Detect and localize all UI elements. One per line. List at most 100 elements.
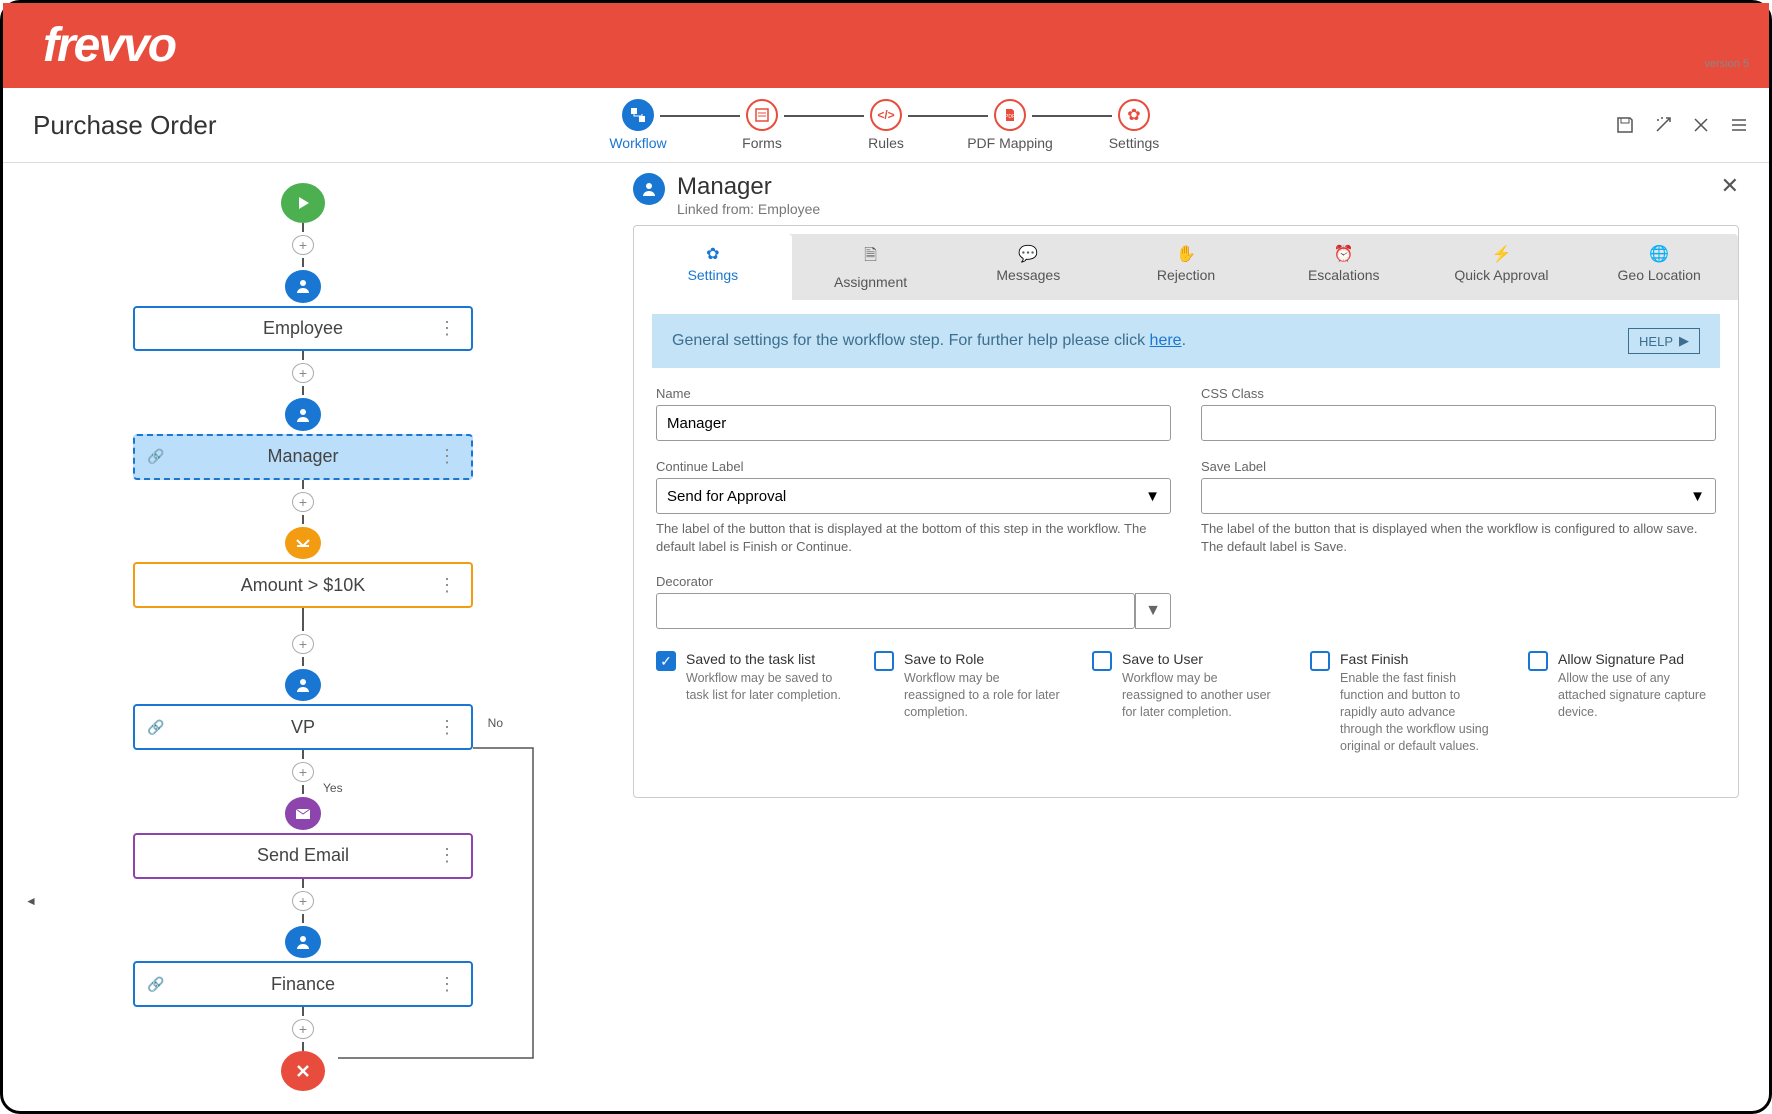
save-select[interactable]: ▼ [1201,478,1716,514]
user-icon [285,926,321,959]
tab-settings[interactable]: ✿Settings [634,234,792,300]
page-title: Purchase Order [33,110,217,141]
panel-title: Manager [677,173,820,201]
menu-icon[interactable] [1729,115,1749,135]
close-panel-button[interactable]: ✕ [1721,173,1739,199]
checkbox[interactable] [1092,651,1112,671]
hand-icon: ✋ [1176,244,1196,264]
tab-rejection[interactable]: ✋Rejection [1107,234,1265,300]
settings-panel: Manager Linked from: Employee ✕ ✿Setting… [603,163,1769,1111]
chevron-down-icon: ▼ [1690,488,1705,505]
workflow-start[interactable] [281,183,325,223]
settings-icon: ✿ [1118,99,1150,131]
check-signature-pad: Allow Signature PadAllow the use of any … [1528,651,1716,754]
add-step-button[interactable]: + [292,1019,314,1039]
link-icon: 🔗 [147,719,164,736]
checkbox[interactable] [656,651,676,671]
user-icon [285,669,321,702]
checkbox[interactable] [874,651,894,671]
panel-tabs: ✿Settings 🗎Assignment 💬Messages ✋Rejecti… [634,234,1738,300]
tab-assignment[interactable]: 🗎Assignment [792,234,950,300]
step-menu-icon[interactable]: ⋮ [438,318,456,339]
workflow-end[interactable] [281,1051,325,1091]
clock-icon: ⏰ [1334,244,1354,264]
nav-settings[interactable]: ✿ Settings [1064,99,1204,151]
version-label: version 5 [1704,58,1749,70]
wand-icon[interactable] [1653,115,1673,135]
branch-yes-label: Yes [323,781,343,795]
tab-escalations[interactable]: ⏰Escalations [1265,234,1423,300]
step-menu-icon[interactable]: ⋮ [438,575,456,596]
checkbox[interactable] [1528,651,1548,671]
header-actions [1615,115,1749,135]
step-menu-icon[interactable]: ⋮ [438,446,456,467]
nav-forms[interactable]: Forms [692,99,832,151]
assignment-icon: 🗎 [864,244,877,271]
add-step-button[interactable]: + [292,634,314,654]
info-banner: General settings for the workflow step. … [652,314,1720,368]
link-icon: 🔗 [147,976,164,993]
workflow-canvas: + Employee ⋮ + 🔗 Manager ⋮ + Amount > $1… [3,163,603,1111]
checkbox[interactable] [1310,651,1330,671]
brand-logo: frevvo [43,18,175,73]
user-icon [285,398,321,431]
workflow-step-employee[interactable]: Employee ⋮ [133,306,473,352]
check-fast-finish: Fast FinishEnable the fast finish functi… [1310,651,1498,754]
step-menu-icon[interactable]: ⋮ [438,974,456,995]
step-menu-icon[interactable]: ⋮ [438,717,456,738]
nav-rules[interactable]: </> Rules [816,99,956,151]
add-step-button[interactable]: + [292,235,314,255]
workflow-step-finance[interactable]: 🔗 Finance ⋮ [133,961,473,1007]
user-icon [285,270,321,303]
workflow-step-email[interactable]: Send Email ⋮ [133,833,473,879]
tab-messages[interactable]: 💬Messages [949,234,1107,300]
svg-text:PDF: PDF [1005,114,1015,120]
user-icon [633,173,665,205]
css-field: CSS Class [1201,386,1716,441]
workflow-step-vp[interactable]: 🔗 VP ⋮ [133,704,473,750]
bolt-icon: ⚡ [1491,244,1511,264]
check-saved-task-list: Saved to the task listWorkflow may be sa… [656,651,844,754]
close-icon[interactable] [1691,115,1711,135]
help-link[interactable]: here [1150,332,1182,349]
tab-quick-approval[interactable]: ⚡Quick Approval [1423,234,1581,300]
check-save-role: Save to RoleWorkflow may be reassigned t… [874,651,1062,754]
add-step-button[interactable]: + [292,492,314,512]
decorator-field: Decorator ▼ [656,574,1171,629]
add-step-button[interactable]: +◄ [292,891,314,911]
name-input[interactable] [656,405,1171,441]
step-menu-icon[interactable]: ⋮ [438,845,456,866]
rules-icon: </> [870,99,902,131]
tab-geo-location[interactable]: 🌐Geo Location [1580,234,1738,300]
app-header: frevvo [3,3,1769,88]
add-step-button[interactable]: + [292,762,314,782]
gear-icon: ✿ [706,244,719,264]
forms-icon [746,99,778,131]
decorator-dropdown-button[interactable]: ▼ [1135,593,1171,629]
nav-pdf[interactable]: PDF PDF Mapping [940,99,1080,151]
subheader: Purchase Order Workflow Forms </> Rules … [3,88,1769,163]
continue-select[interactable]: Send for Approval▼ [656,478,1171,514]
decision-icon [285,527,321,560]
save-icon[interactable] [1615,115,1635,135]
nav-steps: Workflow Forms </> Rules PDF PDF Mapping… [568,99,1204,151]
workflow-step-decision[interactable]: Amount > $10K ⋮ [133,562,473,608]
link-icon: 🔗 [147,448,164,465]
workflow-icon [622,99,654,131]
continue-field: Continue Label Send for Approval▼ The la… [656,459,1171,556]
css-input[interactable] [1201,405,1716,441]
check-save-user: Save to UserWorkflow may be reassigned t… [1092,651,1280,754]
pdf-icon: PDF [994,99,1026,131]
messages-icon: 💬 [1018,244,1038,264]
add-step-button[interactable]: + [292,363,314,383]
name-field: Name [656,386,1171,441]
branch-no-line [473,728,553,1058]
save-field: Save Label ▼ The label of the button tha… [1201,459,1716,556]
workflow-step-manager[interactable]: 🔗 Manager ⋮ [133,434,473,480]
decorator-input[interactable] [656,593,1135,629]
help-button[interactable]: HELP ▶ [1628,328,1700,354]
nav-workflow[interactable]: Workflow [568,99,708,151]
email-icon [285,797,321,830]
globe-icon: 🌐 [1649,244,1669,264]
panel-subtitle: Linked from: Employee [677,201,820,217]
